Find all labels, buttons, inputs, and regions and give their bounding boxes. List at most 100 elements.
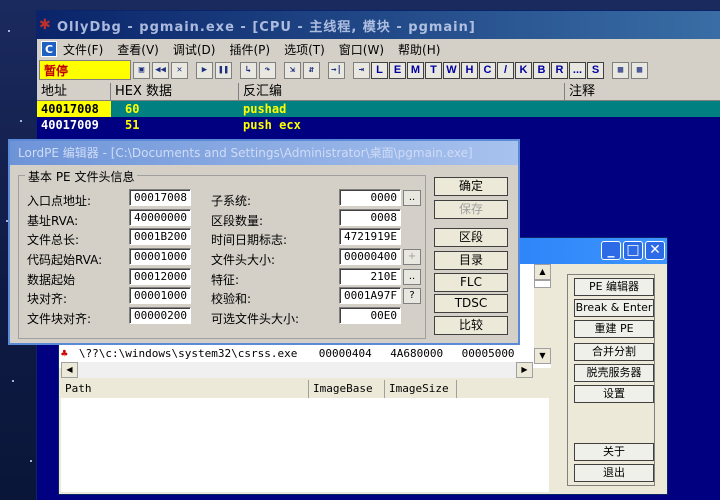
process-pid: 00000404 [318, 347, 372, 360]
toolbar-letter-dots[interactable]: ... [569, 61, 586, 79]
merge-split-button[interactable]: 合并分割 [574, 343, 654, 361]
col-disasm[interactable]: 反汇编 [239, 83, 565, 101]
minimize-icon[interactable]: _ [601, 241, 621, 260]
settings-button[interactable]: 设置 [574, 385, 654, 403]
trace-into-icon[interactable]: ⇲ [284, 61, 301, 79]
image-base-field[interactable]: 40000000 [129, 209, 191, 226]
pe-editor-titlebar[interactable]: LordPE 编辑器 - [C:\Documents and Settings\… [10, 141, 518, 165]
col-address[interactable]: 地址 [37, 83, 111, 101]
disasm-row[interactable]: 40017009 51 push ecx [37, 117, 720, 133]
menu-window[interactable]: 窗口(W) [339, 41, 384, 58]
base-of-data-field[interactable]: 00012000 [129, 268, 191, 285]
toolbar-letter-W[interactable]: W [443, 61, 460, 79]
execute-till-return-icon[interactable]: →| [328, 61, 345, 79]
exit-button[interactable]: 退出 [574, 464, 654, 482]
scroll-thumb[interactable] [534, 280, 551, 288]
pause-icon[interactable]: ❚❚ [215, 61, 232, 79]
characteristics-field[interactable]: 210E [339, 268, 401, 285]
col-comment[interactable]: 注释 [565, 83, 720, 101]
status-paused: 暂停 [39, 60, 131, 80]
directories-button[interactable]: 目录 [434, 251, 508, 270]
process-action-panel: PE 编辑器 Break & Enter 重建 PE 合并分割 脱壳服务器 设置… [567, 274, 655, 486]
step-into-icon[interactable]: ↳ [240, 61, 257, 79]
scroll-down-icon[interactable]: ▼ [534, 348, 551, 364]
compare-button[interactable]: 比较 [434, 316, 508, 335]
scroll-left-icon[interactable]: ◀ [61, 362, 78, 378]
menu-options[interactable]: 选项(T) [284, 41, 325, 58]
app-menu-icon[interactable]: C [41, 41, 57, 57]
pe-editor-button[interactable]: PE 编辑器 [574, 278, 654, 296]
ollydbg-titlebar[interactable]: ✱ OllyDbg - pgmain.exe - [CPU - 主线程, 模块 … [37, 11, 720, 39]
module-list[interactable] [61, 398, 549, 492]
size-of-headers-field[interactable]: 00000400 [339, 248, 401, 265]
flc-button[interactable]: FLC [434, 273, 508, 292]
size-of-headers-plus-button[interactable]: + [403, 249, 421, 265]
run-icon[interactable]: ▶ [196, 61, 213, 79]
checksum-help-button[interactable]: ? [403, 288, 421, 304]
help-grid-icon[interactable]: ▦ [631, 61, 648, 79]
menu-view[interactable]: 查看(V) [117, 41, 159, 58]
size-of-image-field[interactable]: 0001B200 [129, 228, 191, 245]
toolbar-letter-M[interactable]: M [407, 61, 424, 79]
toolbar-letter-K[interactable]: K [515, 61, 532, 79]
desktop-star [20, 120, 22, 122]
rebuild-pe-button[interactable]: 重建 PE [574, 320, 654, 338]
scroll-up-icon[interactable]: ▲ [534, 264, 551, 280]
toolbar-letter-R[interactable]: R [551, 61, 568, 79]
toolbar-letter-L[interactable]: L [371, 61, 388, 79]
number-of-sections-field[interactable]: 0008 [339, 209, 401, 226]
step-over-icon[interactable]: ↷ [259, 61, 276, 79]
checksum-field[interactable]: 0001A97F [339, 287, 401, 304]
break-enter-button[interactable]: Break & Enter [574, 299, 654, 317]
entry-point-field[interactable]: 00017008 [129, 189, 191, 206]
toolbar-letter-E[interactable]: E [389, 61, 406, 79]
close-icon[interactable]: ✕ [171, 61, 188, 79]
menu-debug[interactable]: 调试(D) [173, 41, 216, 58]
base-of-code-field[interactable]: 00001000 [129, 248, 191, 265]
process-icon: ♣ [61, 347, 68, 360]
trace-over-icon[interactable]: ⇵ [303, 61, 320, 79]
tdsc-button[interactable]: TDSC [434, 294, 508, 313]
col-hex[interactable]: HEX 数据 [111, 83, 239, 101]
layout-grid-icon[interactable]: ▦ [612, 61, 629, 79]
maximize-icon[interactable]: □ [623, 241, 643, 260]
col-module-imagesize[interactable]: ImageSize [385, 380, 457, 398]
toolbar-letter-H[interactable]: H [461, 61, 478, 79]
process-list-vscroll[interactable]: ▲ ▼ [534, 264, 551, 364]
menu-help[interactable]: 帮助(H) [398, 41, 440, 58]
open-icon[interactable]: ▣ [133, 61, 150, 79]
col-module-imagebase[interactable]: ImageBase [309, 380, 385, 398]
menu-file[interactable]: 文件(F) [63, 41, 103, 58]
ok-button[interactable]: 确定 [434, 177, 508, 196]
restart-icon[interactable]: ◀◀ [152, 61, 169, 79]
size-of-headers-label: 文件头大小: [211, 253, 276, 267]
toolbar-letter-C[interactable]: C [479, 61, 496, 79]
about-button[interactable]: 关于 [574, 443, 654, 461]
close-window-icon[interactable]: ✕ [645, 241, 665, 260]
timestamp-field[interactable]: 4721919E [339, 228, 401, 245]
subsystem-field[interactable]: 0000 [339, 189, 401, 206]
pe-header-group: 基本 PE 文件头信息 入口点地址: 00017008 基址RVA: 40000… [18, 168, 426, 339]
menu-plugins[interactable]: 插件(P) [229, 41, 270, 58]
disasm-row[interactable]: 40017008 60 pushad [37, 101, 720, 117]
toolbar-letter-T[interactable]: T [425, 61, 442, 79]
goto-icon[interactable]: ⇥ [353, 61, 370, 79]
characteristics-browse-button[interactable]: .. [403, 269, 421, 285]
section-alignment-field[interactable]: 00001000 [129, 287, 191, 304]
base-of-data-label: 数据起始 [27, 273, 76, 287]
toolbar-letter-S[interactable]: S [587, 61, 604, 79]
optional-header-size-field[interactable]: 00E0 [339, 307, 401, 324]
save-button[interactable]: 保存 [434, 200, 508, 219]
disasm-address: 40017009 [41, 118, 99, 132]
number-of-sections-label: 区段数量: [211, 214, 264, 228]
process-list-hscroll[interactable]: ◀ ▶ [61, 362, 533, 378]
toolbar-letter-slash[interactable]: / [497, 61, 514, 79]
col-module-path[interactable]: Path [61, 380, 309, 398]
file-alignment-field[interactable]: 00000200 [129, 307, 191, 324]
toolbar-letter-B[interactable]: B [533, 61, 550, 79]
sections-button[interactable]: 区段 [434, 228, 508, 247]
process-row[interactable]: ♣ \??\c:\windows\system32\csrss.exe 0000… [61, 346, 531, 362]
scroll-right-icon[interactable]: ▶ [516, 362, 533, 378]
subsystem-browse-button[interactable]: .. [403, 190, 421, 206]
unpack-server-button[interactable]: 脱壳服务器 [574, 364, 654, 382]
